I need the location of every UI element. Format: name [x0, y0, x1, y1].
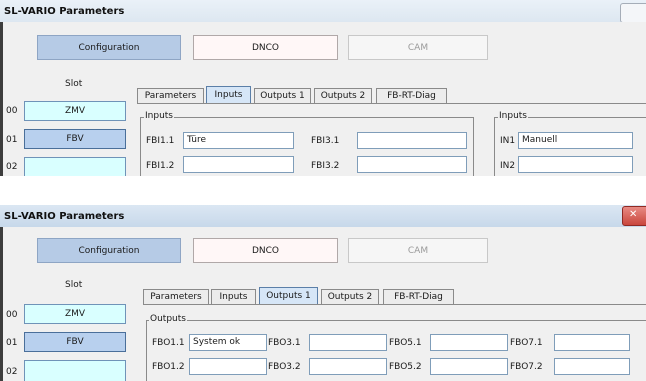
slot-number-00: 00 — [6, 310, 18, 320]
tab-parameters[interactable]: Parameters — [137, 88, 204, 103]
in2-input[interactable] — [518, 156, 633, 173]
close-icon: ✕ — [629, 209, 638, 220]
field-label-in2: IN2 — [500, 161, 516, 171]
window-bottom: SL-VARIO Parameters ✕ Configuration DNCO… — [0, 205, 646, 381]
slot-00-zmv[interactable]: ZMV — [24, 304, 126, 324]
in1-input[interactable]: Manuell — [518, 132, 633, 149]
fbo3-1-input[interactable] — [309, 334, 387, 351]
field-label-fbo1-2: FBO1.2 — [152, 362, 185, 372]
window-title: SL-VARIO Parameters — [4, 211, 125, 222]
cam-button[interactable]: CAM — [348, 35, 488, 60]
client-area: Configuration DNCO CAM Slot 00 ZMV 01 FB… — [3, 22, 646, 176]
field-label-fbo3-2: FBO3.2 — [268, 362, 301, 372]
window-title: SL-VARIO Parameters — [4, 6, 125, 17]
title-bar[interactable]: SL-VARIO Parameters ✕ — [0, 205, 646, 227]
fbi3-1-input[interactable] — [357, 132, 467, 149]
fbi1-2-input[interactable] — [183, 156, 294, 173]
slot-header: Slot — [65, 280, 83, 290]
fbi3-2-input[interactable] — [357, 156, 467, 173]
close-button[interactable]: ✕ — [622, 206, 646, 226]
slot-01-fbv[interactable]: FBV — [24, 129, 126, 149]
slot-number-01: 01 — [6, 135, 18, 145]
fbo7-2-input[interactable] — [554, 358, 630, 375]
slot-01-fbv[interactable]: FBV — [24, 332, 126, 352]
field-label-fbi3-2: FBI3.2 — [311, 161, 340, 171]
configuration-button[interactable]: Configuration — [37, 238, 181, 263]
close-button[interactable] — [620, 3, 646, 23]
slot-number-00: 00 — [6, 106, 18, 116]
window-top: SL-VARIO Parameters Configuration DNCO C… — [0, 0, 646, 176]
tab-fb-rt-diag[interactable]: FB-RT-Diag — [383, 289, 454, 304]
tab-outputs-2[interactable]: Outputs 2 — [321, 289, 379, 304]
tab-outputs-2[interactable]: Outputs 2 — [314, 88, 372, 103]
tab-outputs-1[interactable]: Outputs 1 — [254, 88, 311, 103]
slot-02[interactable] — [24, 157, 126, 176]
fbo1-2-input[interactable] — [189, 358, 267, 375]
fbo5-1-input[interactable] — [430, 334, 508, 351]
inputs-group-fb-label: Inputs — [144, 111, 174, 121]
field-label-fbi3-1: FBI3.1 — [311, 136, 340, 146]
field-label-fbo7-2: FBO7.2 — [510, 362, 543, 372]
tab-inputs[interactable]: Inputs — [206, 86, 251, 103]
field-label-fbo3-1: FBO3.1 — [268, 338, 301, 348]
tab-outputs-1[interactable]: Outputs 1 — [259, 287, 318, 304]
fbo7-1-input[interactable] — [554, 334, 630, 351]
fbo5-2-input[interactable] — [430, 358, 508, 375]
field-label-fbi1-1: FBI1.1 — [146, 136, 175, 146]
tab-fb-rt-diag[interactable]: FB-RT-Diag — [376, 88, 447, 103]
tab-parameters[interactable]: Parameters — [143, 289, 209, 304]
inputs-group-in-label: Inputs — [498, 111, 528, 121]
slot-header: Slot — [65, 79, 83, 89]
slot-02[interactable] — [24, 360, 126, 381]
slot-number-01: 01 — [6, 338, 18, 348]
slot-number-02: 02 — [6, 367, 18, 377]
field-label-fbi1-2: FBI1.2 — [146, 161, 175, 171]
separator-gap — [0, 176, 646, 205]
tab-inputs[interactable]: Inputs — [211, 289, 256, 304]
client-area: Configuration DNCO CAM Slot 00 ZMV 01 FB… — [3, 227, 646, 381]
configuration-button[interactable]: Configuration — [37, 35, 181, 60]
field-label-fbo7-1: FBO7.1 — [510, 338, 543, 348]
title-bar[interactable]: SL-VARIO Parameters — [0, 0, 646, 23]
field-label-in1: IN1 — [500, 136, 516, 146]
field-label-fbo5-1: FBO5.1 — [389, 338, 422, 348]
tab-strip-line — [137, 103, 646, 104]
cam-button[interactable]: CAM — [348, 238, 488, 263]
fbo3-2-input[interactable] — [309, 358, 387, 375]
slot-00-zmv[interactable]: ZMV — [24, 101, 126, 121]
slot-number-02: 02 — [6, 162, 18, 172]
fbo1-1-input[interactable]: System ok — [189, 334, 267, 351]
fbi1-1-input[interactable]: Türe — [183, 132, 294, 149]
dnco-button[interactable]: DNCO — [193, 35, 338, 60]
dnco-button[interactable]: DNCO — [193, 238, 338, 263]
field-label-fbo1-1: FBO1.1 — [152, 338, 185, 348]
outputs-group-label: Outputs — [149, 314, 187, 324]
field-label-fbo5-2: FBO5.2 — [389, 362, 422, 372]
tab-strip-line — [143, 304, 646, 305]
